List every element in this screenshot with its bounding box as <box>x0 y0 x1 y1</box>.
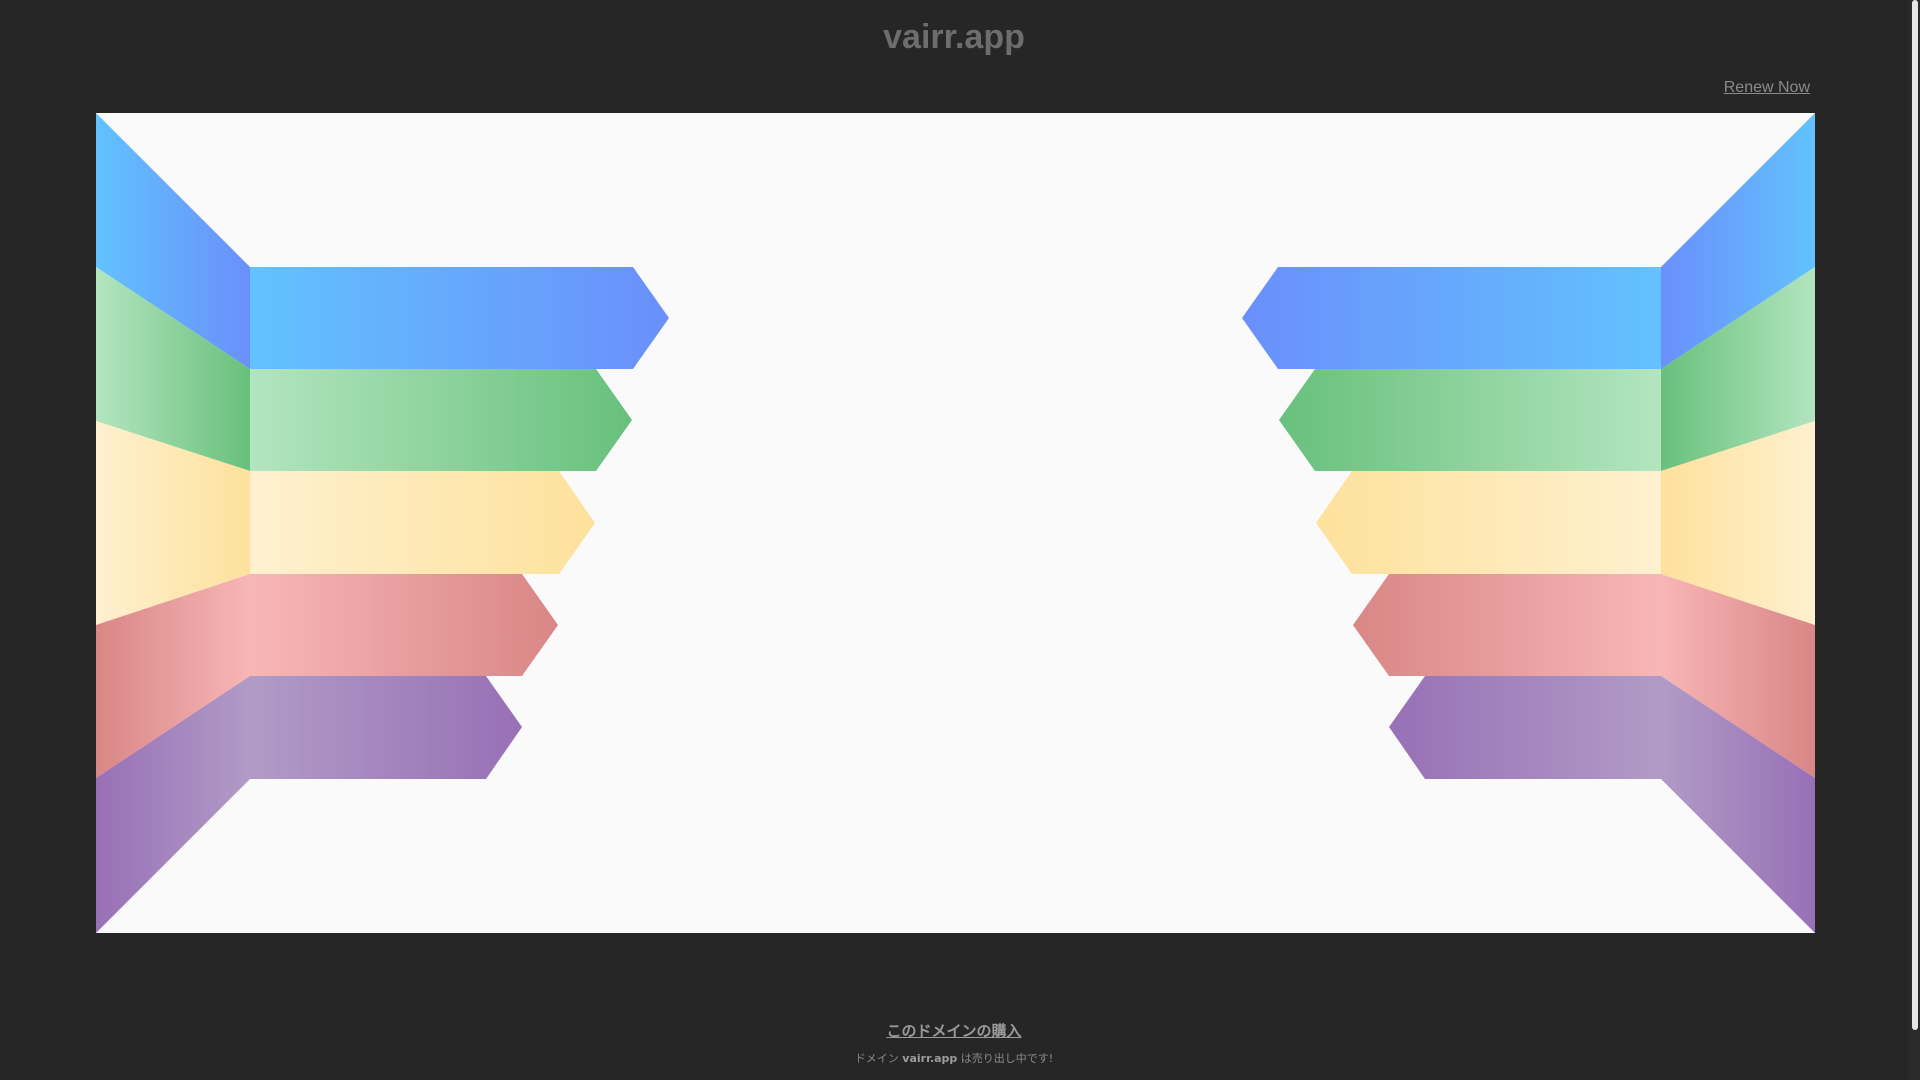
right-wall <box>1661 113 1815 933</box>
page: vairr.app Renew Now このドメインの購入 ドメイン vairr… <box>0 0 1920 1080</box>
domain-banner <box>96 113 1815 933</box>
sale-notice: ドメイン vairr.app は売り出し中です! <box>0 1050 1908 1066</box>
banner-graphic <box>96 113 1815 933</box>
left-arrows <box>250 267 669 779</box>
scrollbar-thumb[interactable] <box>1912 0 1918 1030</box>
vertical-scrollbar[interactable] <box>1908 0 1920 1080</box>
sale-domain: vairr.app <box>902 1052 958 1065</box>
sale-suffix: は売り出し中です! <box>960 1052 1054 1065</box>
site-title: vairr.app <box>883 18 1025 56</box>
renew-now-link[interactable]: Renew Now <box>1724 79 1810 97</box>
right-arrows <box>1242 267 1661 779</box>
buy-domain-link[interactable]: このドメインの購入 <box>0 1020 1908 1041</box>
left-wall <box>96 113 250 933</box>
sale-prefix: ドメイン <box>854 1052 899 1065</box>
